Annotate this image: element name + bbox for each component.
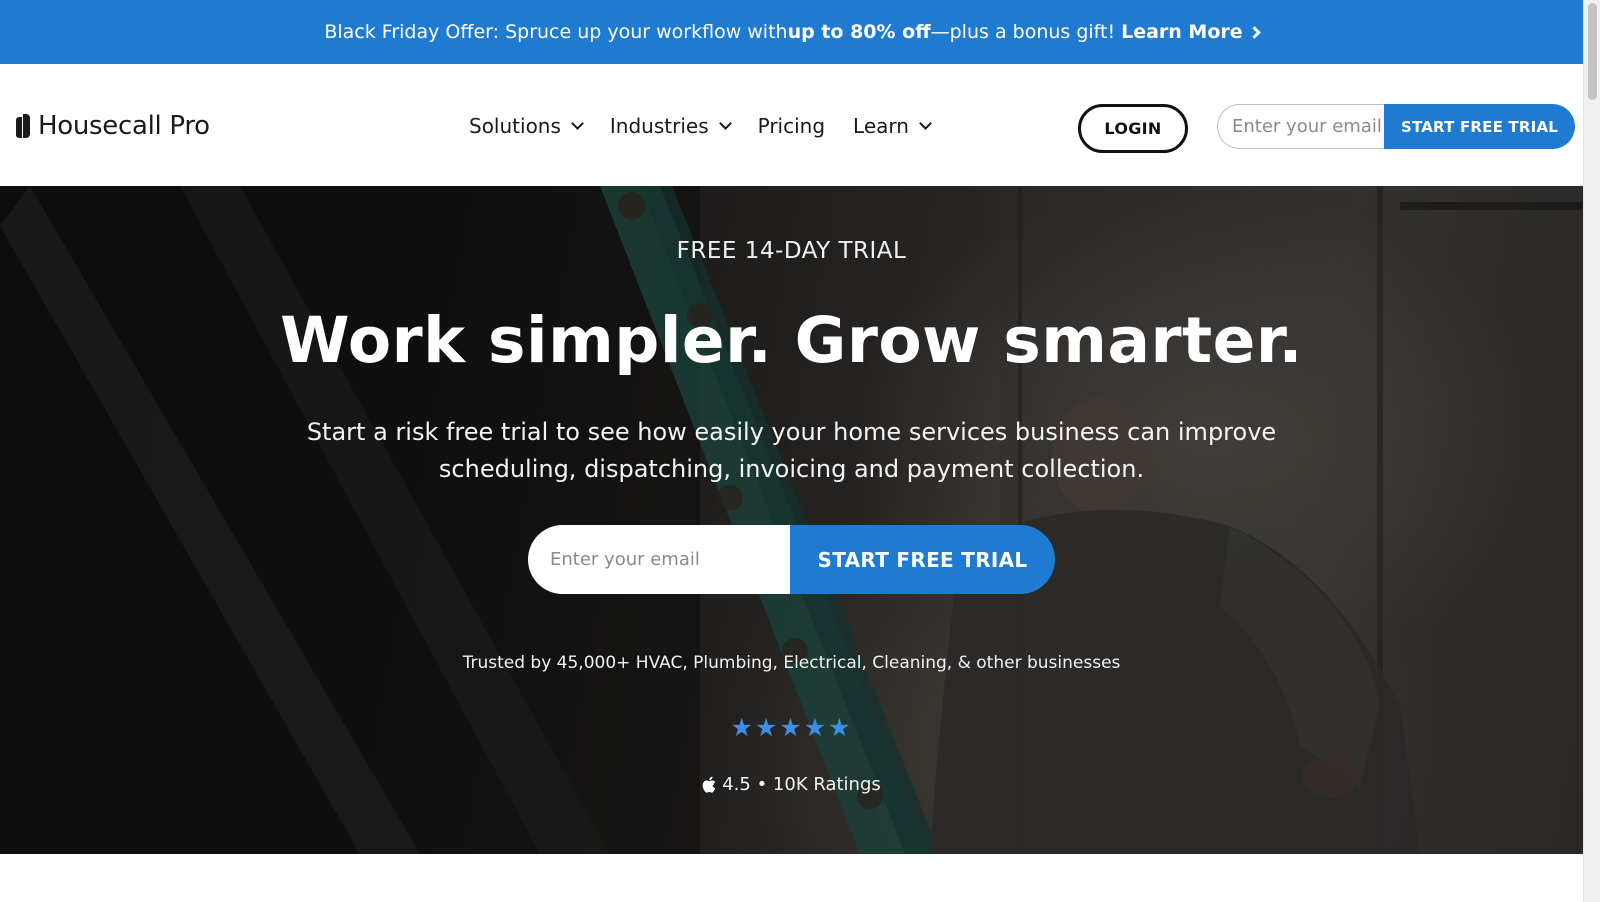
housecall-logo-icon <box>16 114 31 138</box>
trust-statement: Trusted by 45,000+ HVAC, Plumbing, Elect… <box>462 653 1121 673</box>
header-email-input[interactable] <box>1217 104 1384 149</box>
promo-text: Black Friday Offer: Spruce up your workf… <box>324 21 788 43</box>
nav-item-industries[interactable]: Industries <box>609 114 732 138</box>
promo-banner: Black Friday Offer: Spruce up your workf… <box>0 0 1583 64</box>
promo-discount: up to 80% off <box>787 21 931 43</box>
learn-more-label: Learn More <box>1121 21 1243 43</box>
site-header: Housecall Pro Solutions Industries Prici… <box>0 64 1583 186</box>
nav-item-label: Pricing <box>757 114 826 138</box>
learn-more-link[interactable]: Learn More <box>1121 21 1261 43</box>
nav-item-pricing[interactable]: Pricing <box>758 114 825 138</box>
nav-item-learn[interactable]: Learn <box>853 114 932 138</box>
hero-start-trial-button[interactable]: START FREE TRIAL <box>790 525 1055 594</box>
nav-item-label: Industries <box>609 114 709 138</box>
chevron-down-icon <box>571 117 584 130</box>
hero-subhead: Start a risk free trial to see how easil… <box>306 418 1277 483</box>
hero-headline: Work simpler. Grow smarter. <box>280 304 1303 377</box>
nav-item-solutions[interactable]: Solutions <box>469 114 584 138</box>
hero-eyebrow: FREE 14-DAY TRIAL <box>676 238 907 264</box>
promo-text-after: —plus a bonus gift! <box>930 21 1116 43</box>
page-scrollbar[interactable] <box>1583 0 1600 902</box>
hero-signup-form: START FREE TRIAL <box>528 525 1055 594</box>
logo[interactable]: Housecall Pro <box>16 110 210 142</box>
chevron-down-icon <box>718 117 732 130</box>
logo-text: Housecall Pro <box>38 111 210 141</box>
scrollbar-thumb[interactable] <box>1588 3 1597 100</box>
main-nav: Solutions Industries Pricing Learn <box>469 110 958 142</box>
hero-email-input[interactable] <box>528 525 790 594</box>
star-rating: ★★★★★ <box>730 713 853 742</box>
chevron-down-icon <box>919 117 932 130</box>
hero-content: FREE 14-DAY TRIAL Work simpler. Grow sma… <box>0 186 1583 854</box>
rating-text: 4.5 • 10K Ratings <box>722 774 881 795</box>
apple-icon <box>702 776 716 793</box>
app-rating: 4.5 • 10K Ratings <box>0 774 1583 795</box>
hero-section: FREE 14-DAY TRIAL Work simpler. Grow sma… <box>0 186 1583 854</box>
nav-item-label: Learn <box>853 114 909 138</box>
header-start-trial-button[interactable]: START FREE TRIAL <box>1384 104 1575 149</box>
login-button[interactable]: LOGIN <box>1078 104 1188 153</box>
chevron-right-icon <box>1247 25 1261 39</box>
nav-item-label: Solutions <box>469 114 561 138</box>
